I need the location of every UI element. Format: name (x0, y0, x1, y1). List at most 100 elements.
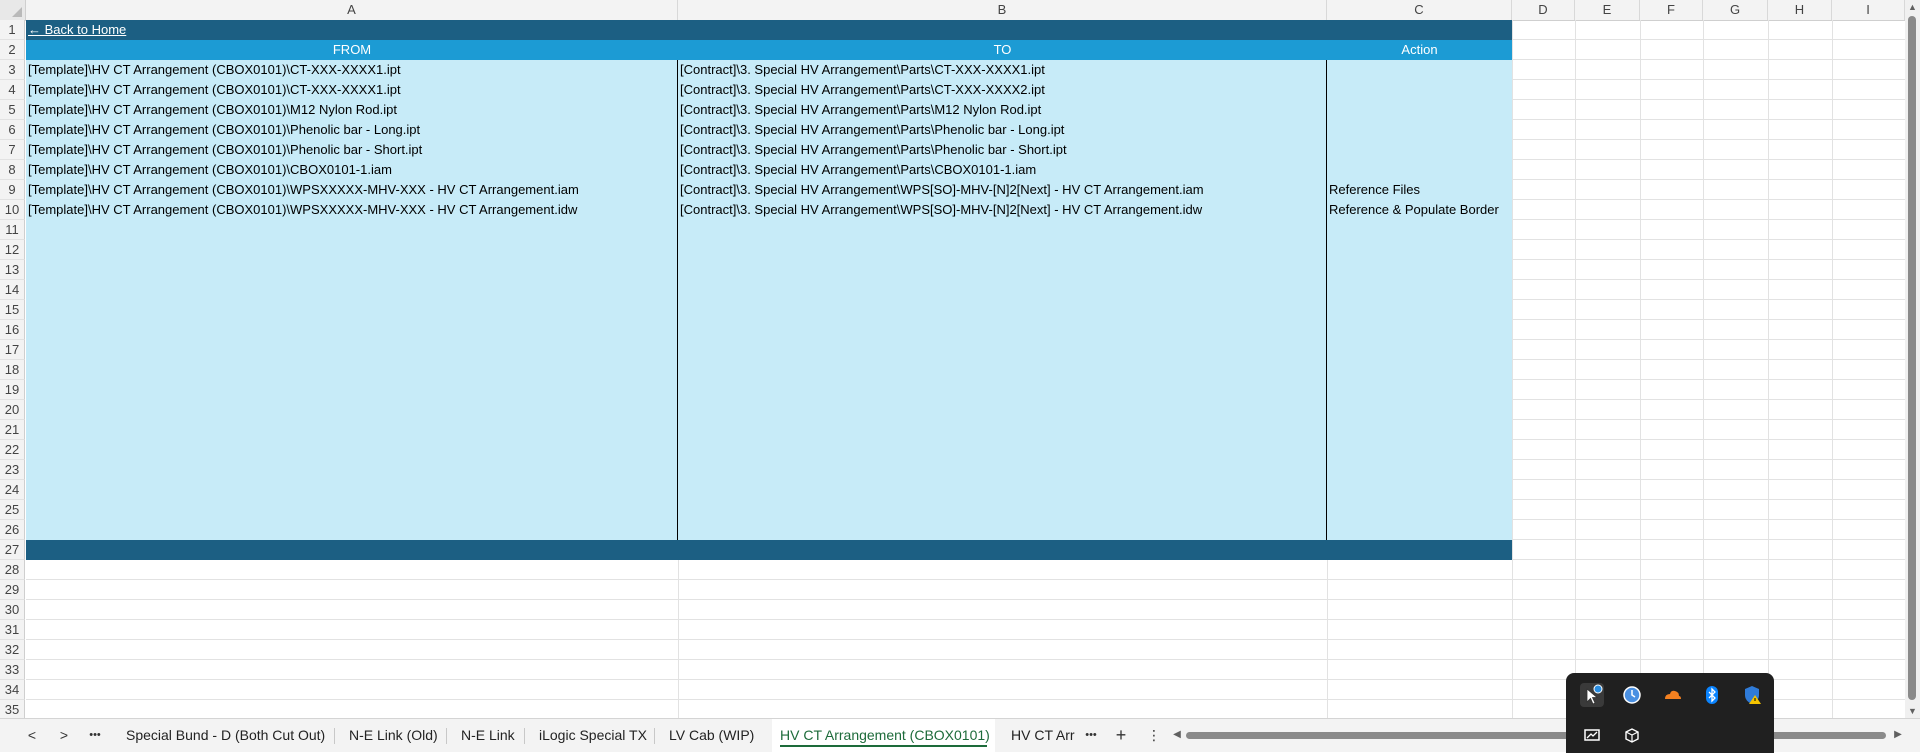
security-warning-icon[interactable] (1740, 683, 1764, 707)
cell-to[interactable]: [Contract]\3. Special HV Arrangement\Par… (678, 80, 1326, 100)
row-header-26[interactable]: 26 (0, 520, 25, 540)
column-header-d[interactable]: D (1512, 0, 1575, 20)
sheet-tab[interactable]: Special Bund - D (Both Cut Out) (118, 719, 333, 752)
row-header-16[interactable]: 16 (0, 320, 25, 340)
row-header-27[interactable]: 27 (0, 540, 25, 560)
cell-from[interactable]: [Template]\HV CT Arrangement (CBOX0101)\… (26, 60, 676, 80)
row-header-6[interactable]: 6 (0, 120, 25, 140)
tab-more-right-icon[interactable]: ••• (1080, 719, 1102, 752)
row-header-2[interactable]: 2 (0, 40, 25, 60)
row-header-28[interactable]: 28 (0, 560, 25, 580)
column-header-g[interactable]: G (1703, 0, 1768, 20)
horizontal-scrollbar[interactable]: ◀ ▶ (1170, 727, 1905, 743)
sheet-tab[interactable]: N-E Link (Old) (341, 719, 445, 752)
horizontal-scroll-thumb[interactable] (1186, 732, 1886, 739)
row-header-20[interactable]: 20 (0, 400, 25, 420)
cell-to[interactable]: [Contract]\3. Special HV Arrangement\Par… (678, 120, 1326, 140)
sheet-tab-label: LV Cab (WIP) (669, 727, 755, 743)
row-header-17[interactable]: 17 (0, 340, 25, 360)
scroll-up-icon[interactable]: ▲ (1905, 0, 1920, 14)
row-header-34[interactable]: 34 (0, 680, 25, 700)
cell-to[interactable]: [Contract]\3. Special HV Arrangement\WPS… (678, 200, 1326, 220)
select-all-corner[interactable] (0, 0, 26, 20)
column-header-i[interactable]: I (1832, 0, 1905, 20)
row-header-23[interactable]: 23 (0, 460, 25, 480)
tab-next-icon[interactable]: > (54, 719, 74, 752)
cell-from[interactable]: [Template]\HV CT Arrangement (CBOX0101)\… (26, 200, 676, 220)
row-header-21[interactable]: 21 (0, 420, 25, 440)
cell-to[interactable]: [Contract]\3. Special HV Arrangement\WPS… (678, 180, 1326, 200)
cell-action[interactable] (1327, 60, 1512, 80)
cell-to[interactable]: [Contract]\3. Special HV Arrangement\Par… (678, 140, 1326, 160)
row-header-3[interactable]: 3 (0, 60, 25, 80)
row-header-12[interactable]: 12 (0, 240, 25, 260)
row-header-18[interactable]: 18 (0, 360, 25, 380)
cell-action[interactable] (1327, 140, 1512, 160)
row-header-13[interactable]: 13 (0, 260, 25, 280)
cell-action[interactable] (1327, 100, 1512, 120)
row-header-4[interactable]: 4 (0, 80, 25, 100)
row-header-33[interactable]: 33 (0, 660, 25, 680)
box-icon[interactable] (1620, 723, 1644, 747)
sheet-tab[interactable]: iLogic Special TX (531, 719, 653, 752)
column-header-a[interactable]: A (26, 0, 678, 20)
bluetooth-icon[interactable] (1700, 683, 1724, 707)
cell-from[interactable]: [Template]\HV CT Arrangement (CBOX0101)\… (26, 100, 676, 120)
column-header-c[interactable]: C (1327, 0, 1512, 20)
scroll-right-icon[interactable]: ▶ (1891, 727, 1905, 743)
row-header-7[interactable]: 7 (0, 140, 25, 160)
row-header-29[interactable]: 29 (0, 580, 25, 600)
column-header-b[interactable]: B (678, 0, 1327, 20)
row-header-35[interactable]: 35 (0, 700, 25, 718)
sheet-tab[interactable]: LV Cab (WIP) (661, 719, 764, 752)
cell-to[interactable]: [Contract]\3. Special HV Arrangement\Par… (678, 60, 1326, 80)
person-cursor-icon[interactable] (1580, 683, 1604, 707)
sheet-tab[interactable]: HV CT Arr (1003, 719, 1075, 752)
browser-icon[interactable] (1620, 683, 1644, 707)
sheet-tab[interactable]: HV CT Arrangement (CBOX0101) (772, 719, 995, 752)
tab-prev-icon[interactable]: < (22, 719, 42, 752)
cloud-icon[interactable] (1660, 683, 1684, 707)
row-header-25[interactable]: 25 (0, 500, 25, 520)
cell-from[interactable]: [Template]\HV CT Arrangement (CBOX0101)\… (26, 160, 676, 180)
display-icon[interactable] (1580, 723, 1604, 747)
row-header-24[interactable]: 24 (0, 480, 25, 500)
row-header-8[interactable]: 8 (0, 160, 25, 180)
tab-more-left-icon[interactable]: ••• (84, 719, 106, 752)
row-header-9[interactable]: 9 (0, 180, 25, 200)
sheet-tab[interactable]: N-E Link (453, 719, 523, 752)
spreadsheet[interactable]: ABCDEFGHI 1 2 3 4 5 6 7 8 9 10 11 12 13 14 15 16 17 18 19 2… (0, 0, 1905, 718)
row-header-5[interactable]: 5 (0, 100, 25, 120)
cell-action[interactable] (1327, 80, 1512, 100)
row-header-30[interactable]: 30 (0, 600, 25, 620)
cell-action[interactable]: Reference Files (1327, 180, 1512, 200)
column-header-h[interactable]: H (1768, 0, 1832, 20)
row-header-15[interactable]: 15 (0, 300, 25, 320)
row-header-32[interactable]: 32 (0, 640, 25, 660)
cell-from[interactable]: [Template]\HV CT Arrangement (CBOX0101)\… (26, 180, 676, 200)
vertical-scrollbar[interactable]: ▲ ▼ (1905, 0, 1920, 718)
cell-to[interactable]: [Contract]\3. Special HV Arrangement\Par… (678, 100, 1326, 120)
sheet-options-icon[interactable]: ⋮ (1144, 719, 1164, 752)
cell-from[interactable]: [Template]\HV CT Arrangement (CBOX0101)\… (26, 140, 676, 160)
row-header-10[interactable]: 10 (0, 200, 25, 220)
scroll-down-icon[interactable]: ▼ (1905, 704, 1920, 718)
cell-from[interactable]: [Template]\HV CT Arrangement (CBOX0101)\… (26, 120, 676, 140)
row-header-31[interactable]: 31 (0, 620, 25, 640)
row-header-1[interactable]: 1 (0, 20, 25, 40)
row-header-14[interactable]: 14 (0, 280, 25, 300)
row-header-22[interactable]: 22 (0, 440, 25, 460)
vertical-scroll-thumb[interactable] (1908, 16, 1916, 700)
cell-from[interactable]: [Template]\HV CT Arrangement (CBOX0101)\… (26, 80, 676, 100)
cell-to[interactable]: [Contract]\3. Special HV Arrangement\Par… (678, 160, 1326, 180)
cell-action[interactable] (1327, 160, 1512, 180)
column-header-f[interactable]: F (1640, 0, 1703, 20)
row-header-19[interactable]: 19 (0, 380, 25, 400)
row-header-11[interactable]: 11 (0, 220, 25, 240)
column-header-e[interactable]: E (1575, 0, 1640, 20)
add-sheet-icon[interactable]: + (1110, 719, 1132, 752)
back-to-home-link[interactable]: ← Back to Home (26, 20, 326, 40)
cell-action[interactable]: Reference & Populate Border (1327, 200, 1512, 220)
cell-action[interactable] (1327, 120, 1512, 140)
scroll-left-icon[interactable]: ◀ (1170, 727, 1184, 743)
